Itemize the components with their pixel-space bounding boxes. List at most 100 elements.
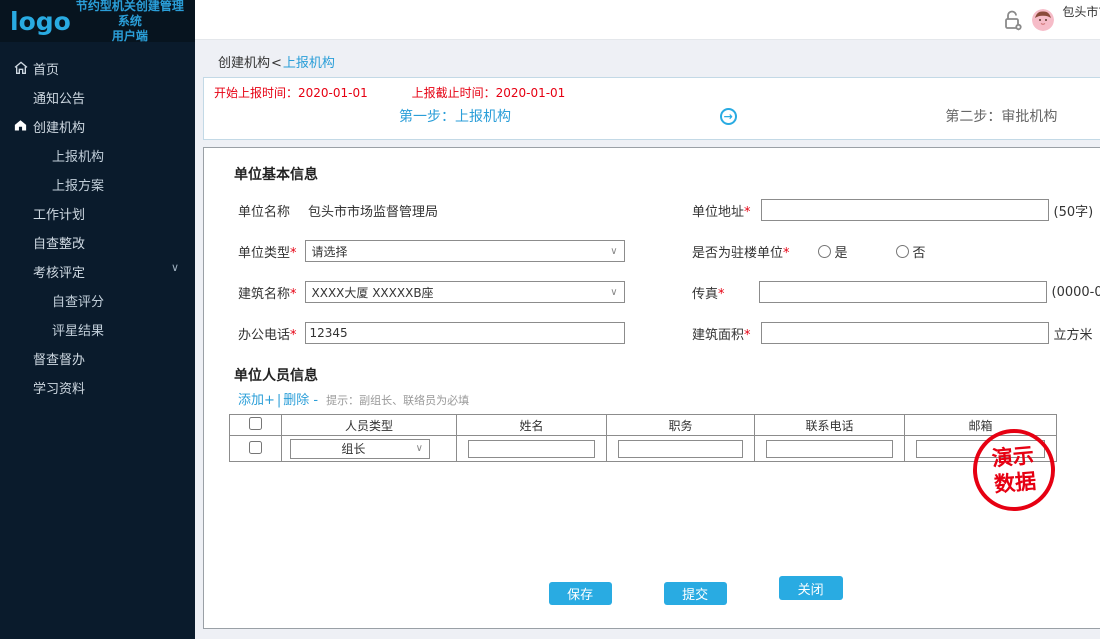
form-row-4: 办公电话* 建筑面积* 立方米 xyxy=(234,321,1100,345)
sidebar-item-label: 上报机构 xyxy=(52,146,104,165)
stamp-line1: 演示 xyxy=(991,442,1035,472)
toolbar-separator: | xyxy=(277,393,281,408)
system-title-line1: 节约型机关创建管理系统 xyxy=(76,0,184,28)
form-actions: 保存 提交 关闭 xyxy=(204,576,1100,605)
unit-type-select[interactable]: 请选择 ∨ xyxy=(305,240,625,262)
submit-button[interactable]: 提交 xyxy=(664,582,727,605)
required-asterisk: * xyxy=(290,328,297,343)
sidebar-item-label: 首页 xyxy=(33,59,59,78)
required-asterisk: * xyxy=(744,205,751,220)
sidebar-item-label: 督查督办 xyxy=(33,349,85,368)
row-checkbox[interactable] xyxy=(249,441,262,454)
radio-no[interactable]: 否 xyxy=(896,242,926,261)
chevron-down-icon: ∨ xyxy=(416,443,423,454)
system-title-line2: 用户端 xyxy=(112,29,148,43)
sidebar-item-home[interactable]: 首页 xyxy=(0,54,195,83)
logo: logo xyxy=(10,7,71,36)
person-type-select[interactable]: 组长 ∨ xyxy=(290,439,430,459)
unit-address-hint: (50字) xyxy=(1054,201,1094,220)
sidebar-item-label: 自查评分 xyxy=(52,291,104,310)
people-toolbar: 添加+ | 删除 - 提示：副组长、联络员为必填 xyxy=(238,389,1100,408)
chevron-down-icon: ∨ xyxy=(171,261,179,274)
step-two-label: 第二步：审批机构 xyxy=(945,106,1057,126)
building-area-input[interactable] xyxy=(761,322,1049,344)
close-button[interactable]: 关闭 xyxy=(779,576,843,600)
sidebar-item-supervision[interactable]: 督查督办 xyxy=(0,344,195,373)
table-row: 组长 ∨ xyxy=(230,436,1057,462)
add-row-button[interactable]: 添加+ xyxy=(238,389,275,408)
breadcrumb-separator: < xyxy=(271,56,282,71)
unit-address-label: 单位地址* xyxy=(692,201,751,220)
step-panel: 开始上报时间：2020-01-01 上报截止时间：2020-01-01 第一步：… xyxy=(203,77,1100,140)
sidebar-item-label: 上报方案 xyxy=(52,175,104,194)
building-area-unit: 立方米 xyxy=(1054,324,1093,343)
delete-row-button[interactable]: 删除 - xyxy=(283,389,318,408)
fax-label: 传真* xyxy=(692,283,725,302)
form-row-1: 单位名称 包头市市场监督管理局 单位地址* (50字) xyxy=(234,198,1100,222)
user-info[interactable]: 包头市市场监督管理局 管理员 xyxy=(1062,5,1100,35)
radio-yes-input[interactable] xyxy=(818,245,831,258)
user-org-name: 包头市市场监督管理局 xyxy=(1062,5,1100,19)
sidebar-item-label: 学习资料 xyxy=(33,378,85,397)
personnel-table: 人员类型 姓名 职务 联系电话 邮箱 组长 ∨ xyxy=(229,414,1057,462)
fax-input[interactable] xyxy=(759,281,1047,303)
user-avatar[interactable] xyxy=(1032,9,1054,31)
unit-type-label: 单位类型* xyxy=(238,242,297,261)
sidebar-item-report-plan[interactable]: 上报方案 xyxy=(0,170,195,199)
section-title-personnel: 单位人员信息 xyxy=(234,365,1100,385)
required-asterisk: * xyxy=(783,246,790,261)
sidebar-item-notices[interactable]: 通知公告 xyxy=(0,83,195,112)
breadcrumb-current[interactable]: 上报机构 xyxy=(283,56,335,71)
save-button[interactable]: 保存 xyxy=(549,582,612,605)
person-duty-input[interactable] xyxy=(618,440,743,458)
col-person-type: 人员类型 xyxy=(282,415,457,436)
breadcrumb: 创建机构<上报机构 xyxy=(218,52,1100,71)
person-phone-input[interactable] xyxy=(766,440,893,458)
sidebar-item-label: 考核评定 xyxy=(33,262,85,281)
required-asterisk: * xyxy=(744,328,751,343)
arrow-right-icon: → xyxy=(720,108,737,125)
radio-yes[interactable]: 是 xyxy=(818,242,848,261)
form-panel: 单位基本信息 单位名称 包头市市场监督管理局 单位地址* (50字) xyxy=(203,147,1100,629)
sidebar-item-learning[interactable]: 学习资料 xyxy=(0,373,195,402)
sidebar-item-label: 创建机构 xyxy=(33,117,85,136)
section-title-basic-info: 单位基本信息 xyxy=(234,164,1100,184)
sidebar-item-label: 自查整改 xyxy=(33,233,85,252)
unit-name-label: 单位名称 xyxy=(238,201,290,220)
step-one-label: 第一步：上报机构 xyxy=(399,106,511,126)
sidebar-item-create-org[interactable]: 创建机构 xyxy=(0,112,195,141)
radio-no-input[interactable] xyxy=(896,245,909,258)
office-phone-input[interactable] xyxy=(305,322,625,344)
sidebar-item-star-result[interactable]: 评星结果 xyxy=(0,315,195,344)
topbar: 包头市市场监督管理局 管理员 xyxy=(195,0,1100,40)
sidebar-item-work-plan[interactable]: 工作计划 xyxy=(0,199,195,228)
required-asterisk: * xyxy=(718,287,725,302)
step-indicator: 第一步：上报机构 → 第二步：审批机构 xyxy=(214,105,1100,127)
in-building-label: 是否为驻楼单位* xyxy=(692,242,790,261)
sidebar-item-assessment[interactable]: 考核评定 ∨ xyxy=(0,257,195,286)
report-dates: 开始上报时间：2020-01-01 上报截止时间：2020-01-01 xyxy=(214,84,1100,101)
unit-address-input[interactable] xyxy=(761,199,1049,221)
required-asterisk: * xyxy=(290,246,297,261)
breadcrumb-parent: 创建机构 xyxy=(218,56,270,71)
select-all-checkbox[interactable] xyxy=(249,417,262,430)
sidebar-item-self-score[interactable]: 自查评分 xyxy=(0,286,195,315)
app-window: logo 节约型机关创建管理系统 用户端 首页 通知公告 创建机构 xyxy=(0,0,1100,639)
sidebar-item-self-check[interactable]: 自查整改 xyxy=(0,228,195,257)
chevron-down-icon: ∨ xyxy=(610,246,617,257)
person-name-input[interactable] xyxy=(468,440,595,458)
building-name-select[interactable]: XXXX大厦 XXXXXB座 ∨ xyxy=(305,281,625,303)
sidebar-item-report-org[interactable]: 上报机构 xyxy=(0,141,195,170)
stamp-line2: 数据 xyxy=(993,468,1037,498)
building-area-label: 建筑面积* xyxy=(692,324,751,343)
sidebar-item-label: 工作计划 xyxy=(33,204,85,223)
logo-area: logo 节约型机关创建管理系统 用户端 xyxy=(0,0,195,42)
lock-settings-icon[interactable] xyxy=(1000,8,1024,32)
home-outline-icon xyxy=(13,60,29,76)
form-row-2: 单位类型* 请选择 ∨ 是否为驻楼单位* 是 否 xyxy=(234,239,1100,263)
unit-name-value: 包头市市场监督管理局 xyxy=(308,201,438,220)
home-solid-icon xyxy=(13,118,29,134)
building-name-label: 建筑名称* xyxy=(238,283,297,302)
table-header-row: 人员类型 姓名 职务 联系电话 邮箱 xyxy=(230,415,1057,436)
content: 创建机构<上报机构 开始上报时间：2020-01-01 上报截止时间：2020-… xyxy=(195,40,1100,629)
